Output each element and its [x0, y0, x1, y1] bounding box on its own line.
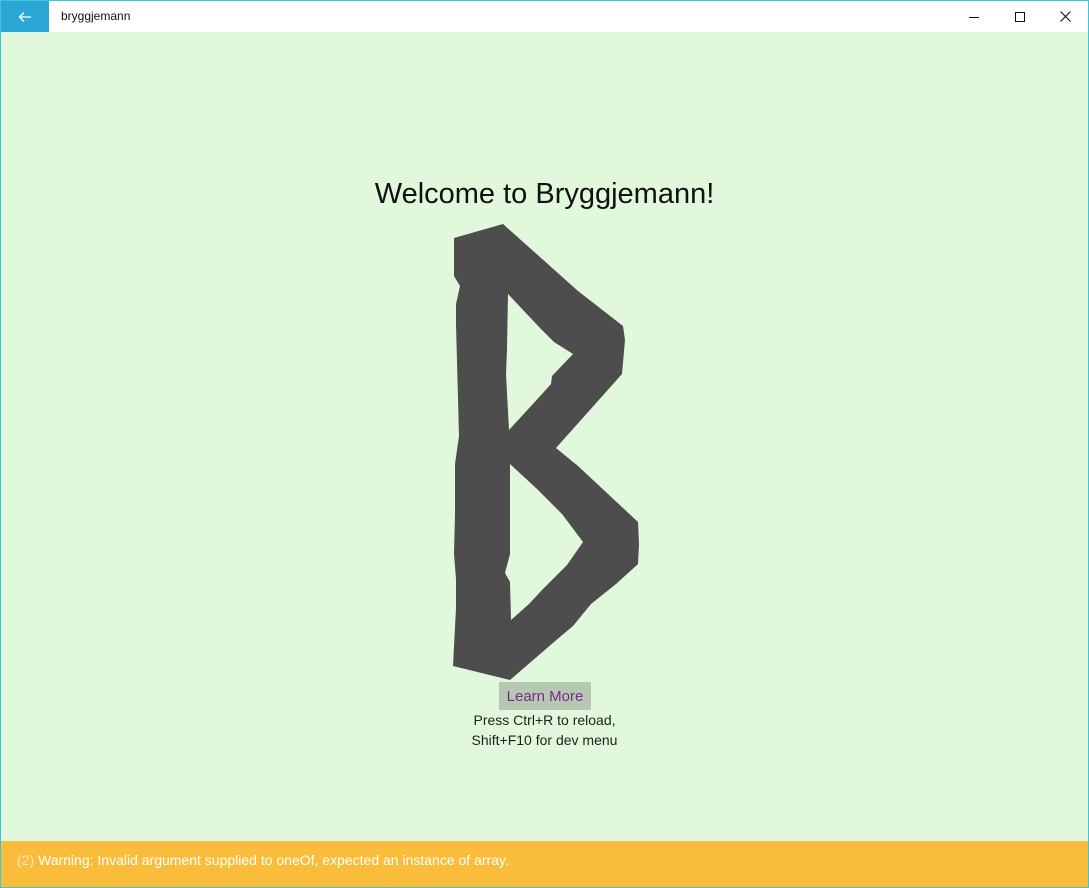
welcome-heading: Welcome to Bryggjemann!	[374, 178, 715, 210]
warning-message: Warning: Invalid argument supplied to on…	[38, 852, 509, 868]
arrow-left-icon	[18, 11, 31, 22]
back-button[interactable]	[1, 1, 49, 32]
warning-banner[interactable]: (2) Warning: Invalid argument supplied t…	[1, 841, 1088, 887]
main-content: Welcome to Bryggjemann! Learn More Press…	[1, 32, 1088, 840]
minimize-button[interactable]	[951, 1, 997, 32]
reload-hint: Press Ctrl+R to reload,	[473, 712, 616, 728]
warning-count: (2)	[17, 852, 35, 868]
logo-shape	[453, 224, 639, 680]
app-window: bryggjemann Welcome to Bryggjemann! Lear…	[0, 0, 1089, 888]
minimize-icon	[969, 16, 979, 18]
title-bar: bryggjemann	[1, 1, 1088, 32]
window-title: bryggjemann	[61, 9, 131, 23]
maximize-icon	[1015, 11, 1025, 22]
bryggjemann-rune-logo	[453, 224, 639, 680]
close-icon	[1059, 11, 1071, 22]
maximize-button[interactable]	[997, 1, 1043, 32]
learn-more-button[interactable]: Learn More	[499, 682, 591, 710]
close-button[interactable]	[1042, 1, 1088, 32]
dev-menu-hint: Shift+F10 for dev menu	[471, 732, 618, 748]
